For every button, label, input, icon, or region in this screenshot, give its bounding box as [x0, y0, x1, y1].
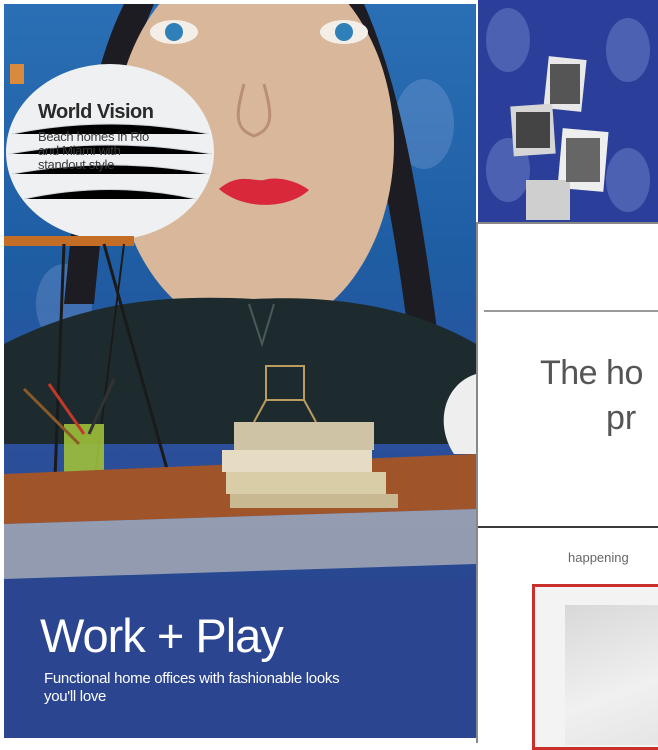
hero-text-line1: The ho	[540, 354, 643, 392]
cover-headline: Work + Play	[40, 609, 284, 662]
feature-subtitle: Beach homes in Rio and Miami with stando…	[38, 129, 149, 172]
section-separator	[478, 526, 658, 528]
web-page-fragment: The ho pr happening	[476, 222, 658, 750]
hero-text-line2: pr	[606, 399, 637, 437]
featured-image	[565, 605, 658, 745]
photo-wall-artwork	[486, 8, 650, 220]
cover-subline: Functional home offices with fashionable…	[44, 670, 340, 705]
divider	[484, 310, 658, 312]
magazine-cover: World Vision Beach homes in Rio and Miam…	[4, 4, 476, 738]
section-label[interactable]: happening	[568, 550, 629, 565]
photo-wall-image	[478, 0, 658, 222]
feature-title: World Vision	[38, 101, 154, 123]
featured-image-frame[interactable]	[532, 584, 658, 750]
